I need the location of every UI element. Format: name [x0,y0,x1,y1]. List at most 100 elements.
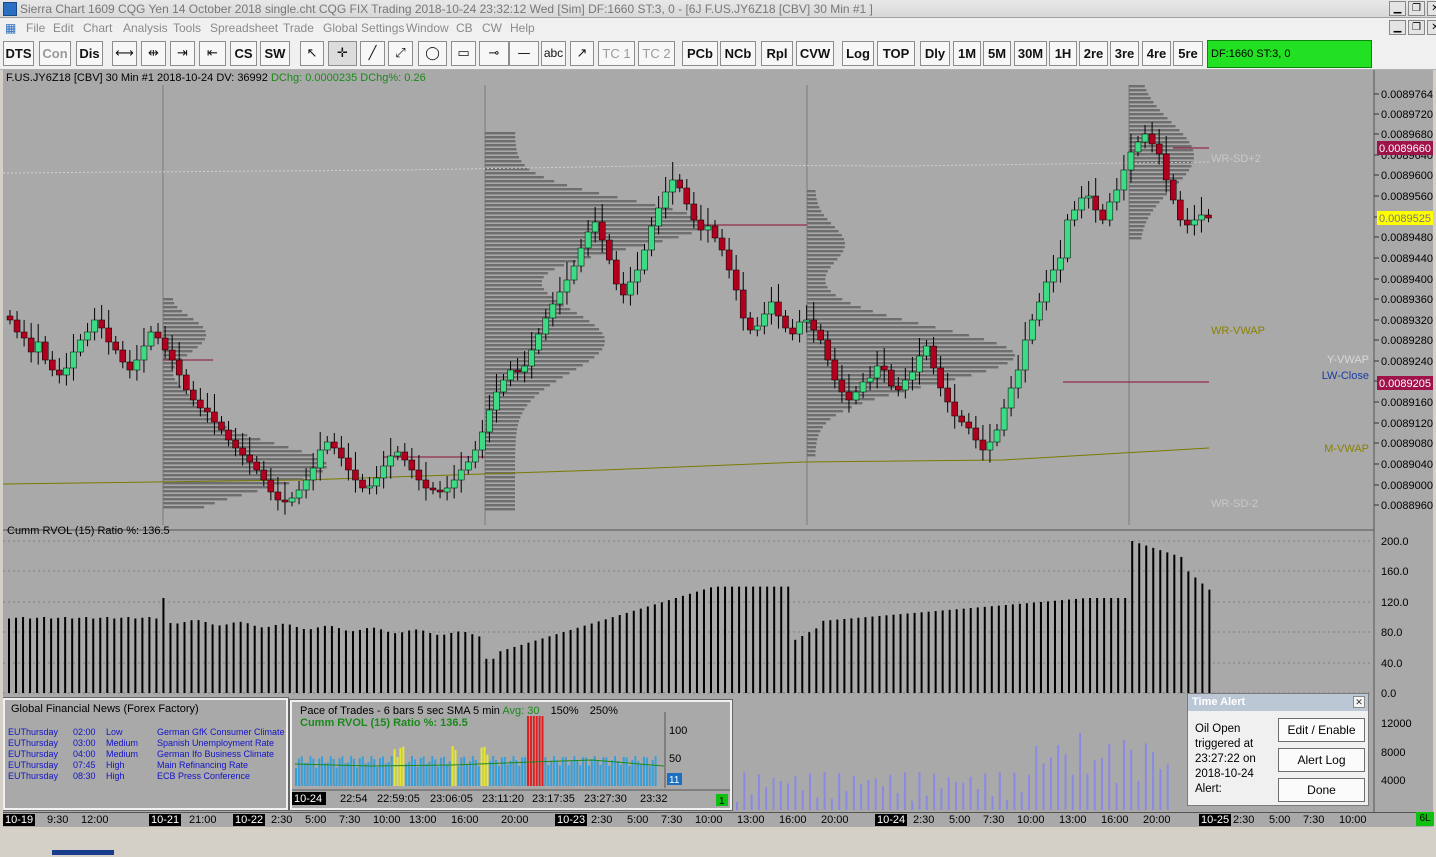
rvol-bar [1194,577,1197,693]
rectangle-tool-icon[interactable]: ▭ [451,41,476,66]
profile-bar [485,492,516,495]
candle-body [570,265,578,281]
pace-bar [625,757,628,786]
zoom-out-icon[interactable]: ⇤ [199,41,226,66]
profile-bar [163,446,289,449]
5m-button[interactable]: 5M [983,41,1011,66]
horizontal-ray-icon[interactable]: ⊸ [479,41,509,66]
close-icon[interactable]: ✕ [1427,1,1436,16]
close-icon[interactable]: ✕ [1353,696,1365,708]
volume-bar [1071,774,1074,810]
ncb-button[interactable]: NCb [720,41,756,66]
dis-button[interactable]: Dis [76,41,103,66]
profile-bar [485,380,557,383]
scroll-thumb[interactable] [52,850,114,855]
candle-body [112,341,119,351]
volume-bar [1020,792,1023,810]
top-button[interactable]: TOP [877,41,915,66]
rvol-bar [955,609,958,693]
pace-bar [495,759,498,786]
done-button[interactable]: Done [1278,778,1365,802]
sw-button[interactable]: SW [260,41,290,66]
minimize-icon[interactable]: ▁ [1389,1,1406,16]
dts-button[interactable]: DTS [3,41,34,66]
menu-analysis[interactable]: Analysis [123,21,168,35]
tc2-button[interactable]: TC 2 [638,41,675,66]
1m-button[interactable]: 1M [953,41,981,66]
pace-bar [454,749,457,786]
menu-file[interactable]: File [26,21,45,35]
menu-edit[interactable]: Edit [53,21,74,35]
profile-bar [485,312,577,315]
alert-log-button[interactable]: Alert Log [1278,748,1365,772]
profile-bar [807,454,816,457]
1h-button[interactable]: 1H [1049,41,1077,66]
con-button[interactable]: Con [39,41,71,66]
child-restore-icon[interactable]: ❐ [1408,20,1425,35]
candle-body [1162,153,1170,181]
chart-menu-icon[interactable]: ▦ [5,21,16,35]
candle-body [429,487,437,491]
zoom-in-icon[interactable]: ⇥ [170,41,195,66]
rvol-bar [141,617,144,693]
price-axis-label: 0.0089480 [1381,232,1433,244]
profile-bar [485,208,673,211]
profile-bar [1129,237,1142,240]
rvol-axis-label: 40.0 [1381,658,1402,670]
candle-body [190,389,197,401]
2re-button[interactable]: 2re [1079,41,1108,66]
cs-button[interactable]: CS [230,41,257,66]
tc1-button[interactable]: TC 1 [598,41,635,66]
ellipse-tool-icon[interactable]: ◯ [418,41,447,66]
menu-cb[interactable]: CB [456,21,473,35]
pointer-icon[interactable]: ↖ [300,41,324,66]
candle-body [1078,197,1085,211]
measure-tool-icon[interactable]: ⟷ [112,41,137,66]
crosshair-icon[interactable]: ✛ [328,41,357,66]
menu-trade[interactable]: Trade [283,21,314,35]
horizontal-line-icon[interactable]: — [509,41,539,66]
menu-chart[interactable]: Chart [83,21,112,35]
pace-bar [437,766,440,786]
scale-tool-icon[interactable]: ⇹ [141,41,166,66]
child-minimize-icon[interactable]: ▁ [1389,20,1406,35]
menu-global-settings[interactable]: Global Settings [323,21,404,35]
30m-button[interactable]: 30M [1014,41,1047,66]
rvol-bar [1110,598,1113,693]
time-axis-label: 10:00 [695,814,723,826]
cvw-button[interactable]: CVW [796,41,834,66]
rvol-bar [997,605,1000,693]
rvol-bar [548,636,551,693]
rvol-bar [534,640,537,693]
pace-xaxis-label: 23:27:30 [584,793,627,805]
candle-body [239,447,246,456]
alert-line: triggered at [1195,738,1254,750]
arrow-tool-icon[interactable]: ↗ [570,41,594,66]
rvol-bar [646,606,649,693]
log-button[interactable]: Log [842,41,874,66]
bottom-scrollbar[interactable]: 6L [0,812,1436,857]
menu-cw[interactable]: CW [482,21,502,35]
pcb-button[interactable]: PCb [682,41,718,66]
candle-body [676,179,683,189]
text-tool-button[interactable]: abc [541,41,566,66]
child-close-icon[interactable]: ✕ [1427,20,1436,35]
price-axis-label: 0.0089160 [1381,397,1433,409]
rvol-bar [724,586,727,693]
rvol-bar [309,629,312,693]
restore-icon[interactable]: ❐ [1408,1,1425,16]
rpl-button[interactable]: Rpl [761,41,793,66]
menu-spreadsheet[interactable]: Spreadsheet [210,21,278,35]
3re-button[interactable]: 3re [1110,41,1139,66]
menu-tools[interactable]: Tools [173,21,201,35]
daily-button[interactable]: Dly [920,41,950,66]
5re-button[interactable]: 5re [1173,41,1203,66]
line-tool-icon[interactable]: ╱ [360,41,385,66]
edit-enable-button[interactable]: Edit / Enable [1278,718,1365,742]
ray-tool-icon[interactable]: ⤢ [388,41,413,66]
candle-body [1064,219,1071,259]
4re-button[interactable]: 4re [1142,41,1171,66]
menu-window[interactable]: Window [406,21,449,35]
rvol-bar [415,629,418,693]
menu-help[interactable]: Help [510,21,535,35]
